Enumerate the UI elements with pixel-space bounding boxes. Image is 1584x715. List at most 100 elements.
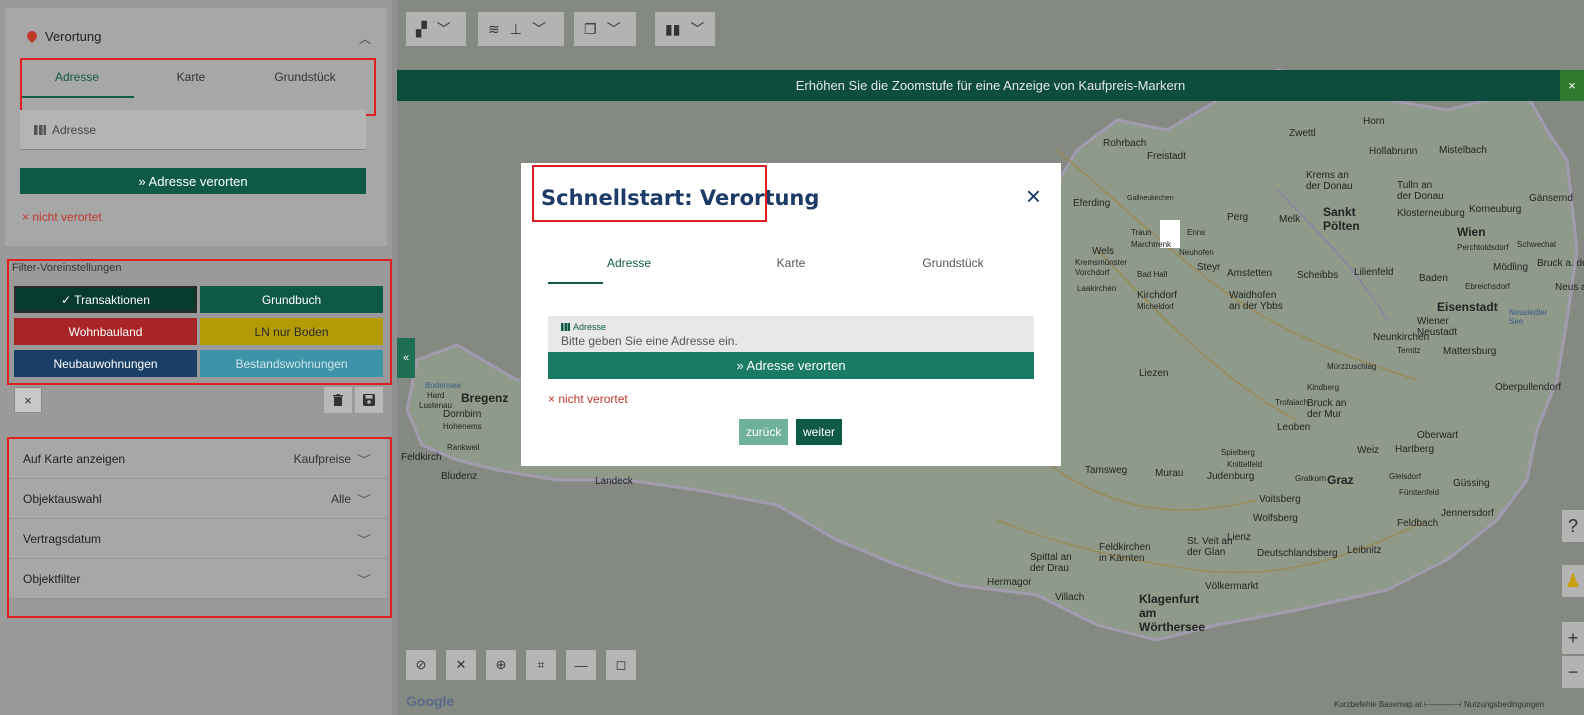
modal-tab-grundstueck[interactable]: Grundstück [872, 246, 1034, 284]
map-label: Fürstenfeld [1399, 488, 1440, 497]
map-label: Eisenstadt [1437, 300, 1498, 314]
street-view-pegman-icon[interactable]: ♟ [1562, 565, 1584, 597]
filter-presets-legend: Filter-Voreinstellungen [12, 262, 122, 274]
sidebar-tab-grundstueck[interactable]: Grundstück [248, 60, 362, 98]
chevron-down-icon[interactable]: ﹀ [607, 19, 621, 39]
modal-address-label: Adresse [561, 322, 1034, 332]
map-label: Bruck an der Mur [1307, 398, 1347, 420]
map-label: Schwechat [1517, 240, 1557, 249]
chart-toolbar-group: ▮▮ ﹀ [655, 12, 715, 46]
map-label: St. Veit an der Glan [1187, 536, 1233, 558]
crosshair-icon[interactable]: ⊕ [486, 650, 516, 680]
map-label: Trofaiach [1275, 398, 1309, 407]
address-icon [34, 124, 46, 135]
map-label: Gallneukirchen [1127, 195, 1174, 202]
back-button[interactable]: zurück [739, 419, 789, 445]
sidebar-address-placeholder: Adresse [52, 122, 97, 137]
map-layers-icon[interactable]: ▞ [416, 21, 427, 38]
option-objektauswahl[interactable]: Objektauswahl Alle ﹀ [7, 479, 387, 519]
map-label: Kindberg [1307, 383, 1340, 392]
map-label: Bad Hall [1137, 270, 1168, 279]
map-label: Korneuburg [1469, 204, 1522, 215]
stack-icon[interactable]: ≋ [488, 21, 500, 38]
sidebar-status: × nicht verortet [22, 210, 102, 224]
sidebar: Verortung ︿ Adresse Karte Grundstück Adr… [0, 0, 392, 715]
documents-icon[interactable]: ❐ [584, 21, 597, 38]
modal-tab-karte[interactable]: Karte [710, 246, 872, 284]
map-label: Steyr [1197, 262, 1221, 273]
overlay-toolbar-group: ≋ ⊥ ﹀ [478, 12, 564, 46]
sidebar-tab-adresse[interactable]: Adresse [20, 60, 134, 98]
modal-tabs: Adresse Karte Grundstück [548, 246, 1034, 284]
documents-toolbar-group: ❐ ﹀ [574, 12, 636, 46]
clear-filter-button[interactable]: × [14, 387, 42, 413]
sidebar-address-input[interactable]: Adresse [20, 110, 366, 150]
option-objektfilter[interactable]: Objektfilter ﹀ [7, 559, 387, 599]
map-label: Perg [1227, 212, 1249, 223]
banner-close-button[interactable]: × [1560, 70, 1584, 101]
map-label: Knittelfeld [1227, 460, 1263, 469]
map-label: Spittal an der Drau [1030, 552, 1072, 574]
close-icon[interactable]: ✕ [446, 650, 476, 680]
map-label: Hermagor [987, 577, 1032, 588]
map-label: Baden [1419, 273, 1448, 284]
chevron-up-icon[interactable]: ︿ [359, 30, 371, 47]
zoom-in-button[interactable]: + [1562, 622, 1584, 654]
chip-transaktionen[interactable]: ✓ Transaktionen [14, 286, 197, 313]
modal-tab-adresse[interactable]: Adresse [548, 246, 710, 284]
verortung-header[interactable]: Verortung ︿ [5, 22, 387, 50]
sidebar-tab-karte[interactable]: Karte [134, 60, 248, 98]
draw-polygon-icon[interactable]: ◻ [606, 650, 636, 680]
measure-line-icon[interactable]: — [566, 650, 596, 680]
chip-ln-nur-boden[interactable]: LN nur Boden [200, 318, 383, 345]
map-attribution[interactable]: Kurzbefehle Basemap.at ⊢―――⊣ Nutzungsbed… [1334, 700, 1544, 709]
map-label: Micheldorf [1137, 302, 1174, 311]
map-label: Amstetten [1227, 268, 1273, 279]
map-label: Bruck a. der Lei [1537, 258, 1584, 269]
map-label: Gänsernd [1529, 193, 1573, 204]
map-label: Oberpullendorf [1495, 382, 1562, 393]
chevron-down-icon[interactable]: ﹀ [532, 19, 546, 39]
hide-icon[interactable]: ⊘ [406, 650, 436, 680]
map-label: Gratkorn [1295, 474, 1327, 483]
map-label: Mödling [1493, 262, 1529, 273]
map-label: Tulln an der Donau [1397, 180, 1444, 202]
map-label: Kremsmünster [1075, 258, 1128, 267]
layer-toolbar-group: ▞ ﹀ [406, 12, 466, 46]
map-label: Traun [1131, 228, 1152, 237]
help-button[interactable]: ? [1562, 510, 1584, 542]
map-label: Voitsberg [1259, 494, 1301, 505]
chip-grundbuch[interactable]: Grundbuch [200, 286, 383, 313]
measure-area-icon[interactable]: ⌗ [526, 650, 556, 680]
map-label: Horn [1363, 116, 1385, 127]
map-label: Zwettl [1289, 128, 1316, 139]
option-auf-karte-anzeigen[interactable]: Auf Karte anzeigen Kaufpreise ﹀ [7, 439, 387, 479]
chevron-down-icon[interactable]: ﹀ [690, 19, 704, 39]
sidebar-locate-button[interactable]: » Adresse verorten [20, 168, 366, 194]
close-icon[interactable]: × [1026, 181, 1041, 212]
option-vertragsdatum[interactable]: Vertragsdatum ﹀ [7, 519, 387, 559]
bar-chart-icon[interactable]: ▮▮ [665, 21, 680, 38]
modal-locate-button[interactable]: » Adresse verorten [548, 352, 1034, 379]
map-label: Neus am S [1555, 282, 1584, 293]
map-label: Leoben [1277, 422, 1311, 433]
chip-bestandswohnungen[interactable]: Bestandswohnungen [200, 350, 383, 377]
chip-wohnbauland[interactable]: Wohnbauland [14, 318, 197, 345]
map-label: Klosterneuburg [1397, 208, 1465, 219]
modal-address-input[interactable]: Adresse Bitte geben Sie eine Adresse ein… [548, 316, 1034, 356]
map-label: Klagenfurt am Wörthersee [1139, 592, 1206, 634]
chevron-down-icon[interactable]: ﹀ [437, 19, 451, 39]
map-label: Hartberg [1395, 444, 1434, 455]
map-label: Ebreichsdorf [1465, 282, 1510, 291]
zoom-out-button[interactable]: − [1562, 656, 1584, 688]
collapse-sidebar-button[interactable]: « [397, 338, 415, 378]
address-icon [561, 323, 570, 331]
save-icon[interactable] [355, 387, 383, 413]
chip-neubauwohnungen[interactable]: Neubauwohnungen [14, 350, 197, 377]
sitemap-icon[interactable]: ⊥ [510, 21, 522, 38]
option-label: Auf Karte anzeigen [23, 451, 126, 466]
modal-status: × nicht verortet [548, 392, 628, 406]
map-label: Kirchdorf [1137, 290, 1178, 301]
trash-icon[interactable] [324, 387, 352, 413]
next-button[interactable]: weiter [796, 419, 843, 445]
